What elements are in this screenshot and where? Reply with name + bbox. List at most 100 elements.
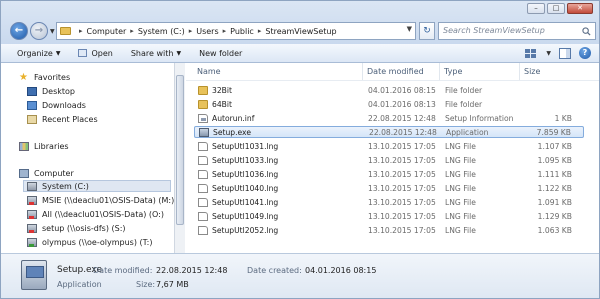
nav-desktop[interactable]: Desktop (27, 85, 75, 97)
close-button[interactable]: ✕ (567, 3, 593, 14)
lng-file-icon (198, 170, 208, 179)
breadcrumb-computer[interactable]: Computer (87, 27, 127, 36)
back-button[interactable]: ← (10, 22, 28, 40)
navigation-pane: ★ Favorites Desktop Downloads Recent Pla… (1, 63, 185, 253)
column-header-name[interactable]: Name (197, 67, 221, 76)
file-row[interactable]: 64Bit 04.01.2016 08:13 File folder (194, 99, 584, 111)
preview-pane-icon[interactable] (559, 47, 571, 59)
file-type: File folder (445, 86, 483, 95)
maximize-button[interactable]: □ (547, 3, 565, 14)
view-dropdown-icon[interactable]: ▼ (546, 50, 551, 57)
breadcrumb-streamviewsetup[interactable]: StreamViewSetup (265, 27, 336, 36)
details-size-value: 7,67 MB (156, 280, 189, 289)
file-name: SetupUtl2052.lng (212, 226, 279, 235)
breadcrumb-system-c[interactable]: System (C:) (138, 27, 185, 36)
file-name: Setup.exe (213, 128, 251, 137)
chevron-right-icon[interactable]: ▸ (258, 27, 262, 35)
chevron-right-icon[interactable]: ▸ (79, 27, 83, 35)
folder-icon (60, 27, 71, 35)
file-date: 04.01.2016 08:13 (368, 100, 436, 109)
star-icon: ★ (19, 71, 28, 83)
file-type: LNG File (445, 226, 476, 235)
details-modified-label: Date modified: (93, 266, 153, 275)
column-header-type[interactable]: Type (444, 67, 462, 76)
column-divider[interactable] (519, 63, 520, 80)
desktop-icon (27, 86, 37, 96)
computer-icon (19, 168, 29, 178)
nav-libraries[interactable]: Libraries (19, 140, 69, 152)
chevron-down-icon: ▼ (55, 49, 61, 57)
file-name: SetupUtl1041.lng (212, 198, 279, 207)
file-row[interactable]: Autorun.inf 22.08.2015 12:48 Setup Infor… (194, 113, 584, 125)
nav-computer-label: Computer (34, 168, 74, 178)
file-date: 22.08.2015 12:48 (369, 128, 437, 137)
file-row[interactable]: 32Bit 04.01.2016 08:15 File folder (194, 85, 584, 97)
file-row[interactable]: SetupUtl1031.lng 13.10.2015 17:05 LNG Fi… (194, 141, 584, 153)
chevron-right-icon[interactable]: ▸ (223, 27, 227, 35)
address-bar[interactable]: ▸ Computer ▸ System (C:) ▸ Users ▸ Publi… (56, 22, 416, 40)
help-icon[interactable]: ? (579, 47, 591, 59)
share-with-label: Share with (130, 48, 174, 58)
column-divider[interactable] (362, 63, 363, 80)
navigation-scrollbar[interactable] (174, 63, 185, 253)
chevron-right-icon[interactable]: ▸ (189, 27, 193, 35)
nav-drive-c[interactable]: System (C:) (23, 180, 171, 192)
file-name: 64Bit (212, 100, 232, 109)
nav-drive-m[interactable]: MSIE (\\deaclu01\OSIS-Data) (M:) (27, 194, 174, 206)
chevron-down-icon: ▼ (176, 49, 182, 57)
lng-file-icon (198, 212, 208, 221)
details-pane: Setup.exe Application Date modified: 22.… (1, 253, 599, 298)
nav-drive-t[interactable]: olympus (\\oe-olympus) (T:) (27, 236, 152, 248)
file-row[interactable]: SetupUtl1040.lng 13.10.2015 17:05 LNG Fi… (194, 183, 584, 195)
column-header-size[interactable]: Size (524, 67, 540, 76)
refresh-icon[interactable]: ↻ (419, 22, 435, 40)
scrollbar-thumb[interactable] (176, 75, 184, 225)
file-name: SetupUtl1036.lng (212, 170, 279, 179)
file-type: Setup Information (445, 114, 514, 123)
file-row-selected[interactable]: Setup.exe 22.08.2015 12:48 Application 7… (194, 126, 584, 138)
nav-downloads[interactable]: Downloads (27, 99, 86, 111)
network-drive-disconnected-icon (27, 209, 37, 219)
file-size: 1.107 KB (537, 142, 572, 151)
file-type: LNG File (445, 212, 476, 221)
explorer-window: – □ ✕ ← → ▼ ▸ Computer ▸ System (C:) ▸ U… (0, 0, 600, 299)
libraries-icon (19, 141, 29, 151)
lng-file-icon (198, 156, 208, 165)
file-size: 1.063 KB (537, 226, 572, 235)
share-with-button[interactable]: Share with ▼ (131, 49, 181, 58)
nav-favorites[interactable]: ★ Favorites (19, 71, 70, 83)
file-row[interactable]: SetupUtl2052.lng 13.10.2015 17:05 LNG Fi… (194, 225, 584, 237)
details-created-value: 04.01.2016 08:15 (305, 266, 377, 275)
minimize-button[interactable]: – (527, 3, 545, 14)
file-date: 13.10.2015 17:05 (368, 184, 436, 193)
recent-pages-dropdown-icon[interactable]: ▼ (50, 28, 55, 35)
nav-recent-places[interactable]: Recent Places (27, 113, 98, 125)
breadcrumb-users[interactable]: Users (196, 27, 218, 36)
chevron-right-icon[interactable]: ▸ (130, 27, 134, 35)
address-dropdown-icon[interactable]: ▼ (407, 25, 412, 33)
change-view-icon[interactable] (524, 48, 538, 59)
forward-button[interactable]: → (30, 22, 48, 40)
nav-libraries-label: Libraries (34, 141, 69, 151)
file-row[interactable]: SetupUtl1033.lng 13.10.2015 17:05 LNG Fi… (194, 155, 584, 167)
file-row[interactable]: SetupUtl1036.lng 13.10.2015 17:05 LNG Fi… (194, 169, 584, 181)
file-size: 7.859 KB (536, 128, 571, 137)
lng-file-icon (198, 184, 208, 193)
search-input[interactable]: Search StreamViewSetup (438, 22, 596, 40)
organize-button[interactable]: Organize ▼ (17, 49, 60, 58)
lng-file-icon (198, 142, 208, 151)
nav-drive-c-label: System (C:) (42, 181, 89, 191)
nav-drive-s[interactable]: setup (\\osis-dfs) (S:) (27, 222, 126, 234)
file-type: File folder (445, 100, 483, 109)
file-date: 13.10.2015 17:05 (368, 170, 436, 179)
new-folder-button[interactable]: New folder (199, 49, 242, 58)
open-button[interactable]: Open (78, 49, 113, 58)
column-divider[interactable] (439, 63, 440, 80)
breadcrumb-public[interactable]: Public (230, 27, 254, 36)
nav-computer[interactable]: Computer (19, 167, 74, 179)
nav-drive-o[interactable]: All (\\deaclu01\OSIS-Data) (O:) (27, 208, 164, 220)
file-row[interactable]: SetupUtl1049.lng 13.10.2015 17:05 LNG Fi… (194, 211, 584, 223)
file-size: 1.091 KB (537, 198, 572, 207)
column-header-date[interactable]: Date modified (367, 67, 424, 76)
file-row[interactable]: SetupUtl1041.lng 13.10.2015 17:05 LNG Fi… (194, 197, 584, 209)
